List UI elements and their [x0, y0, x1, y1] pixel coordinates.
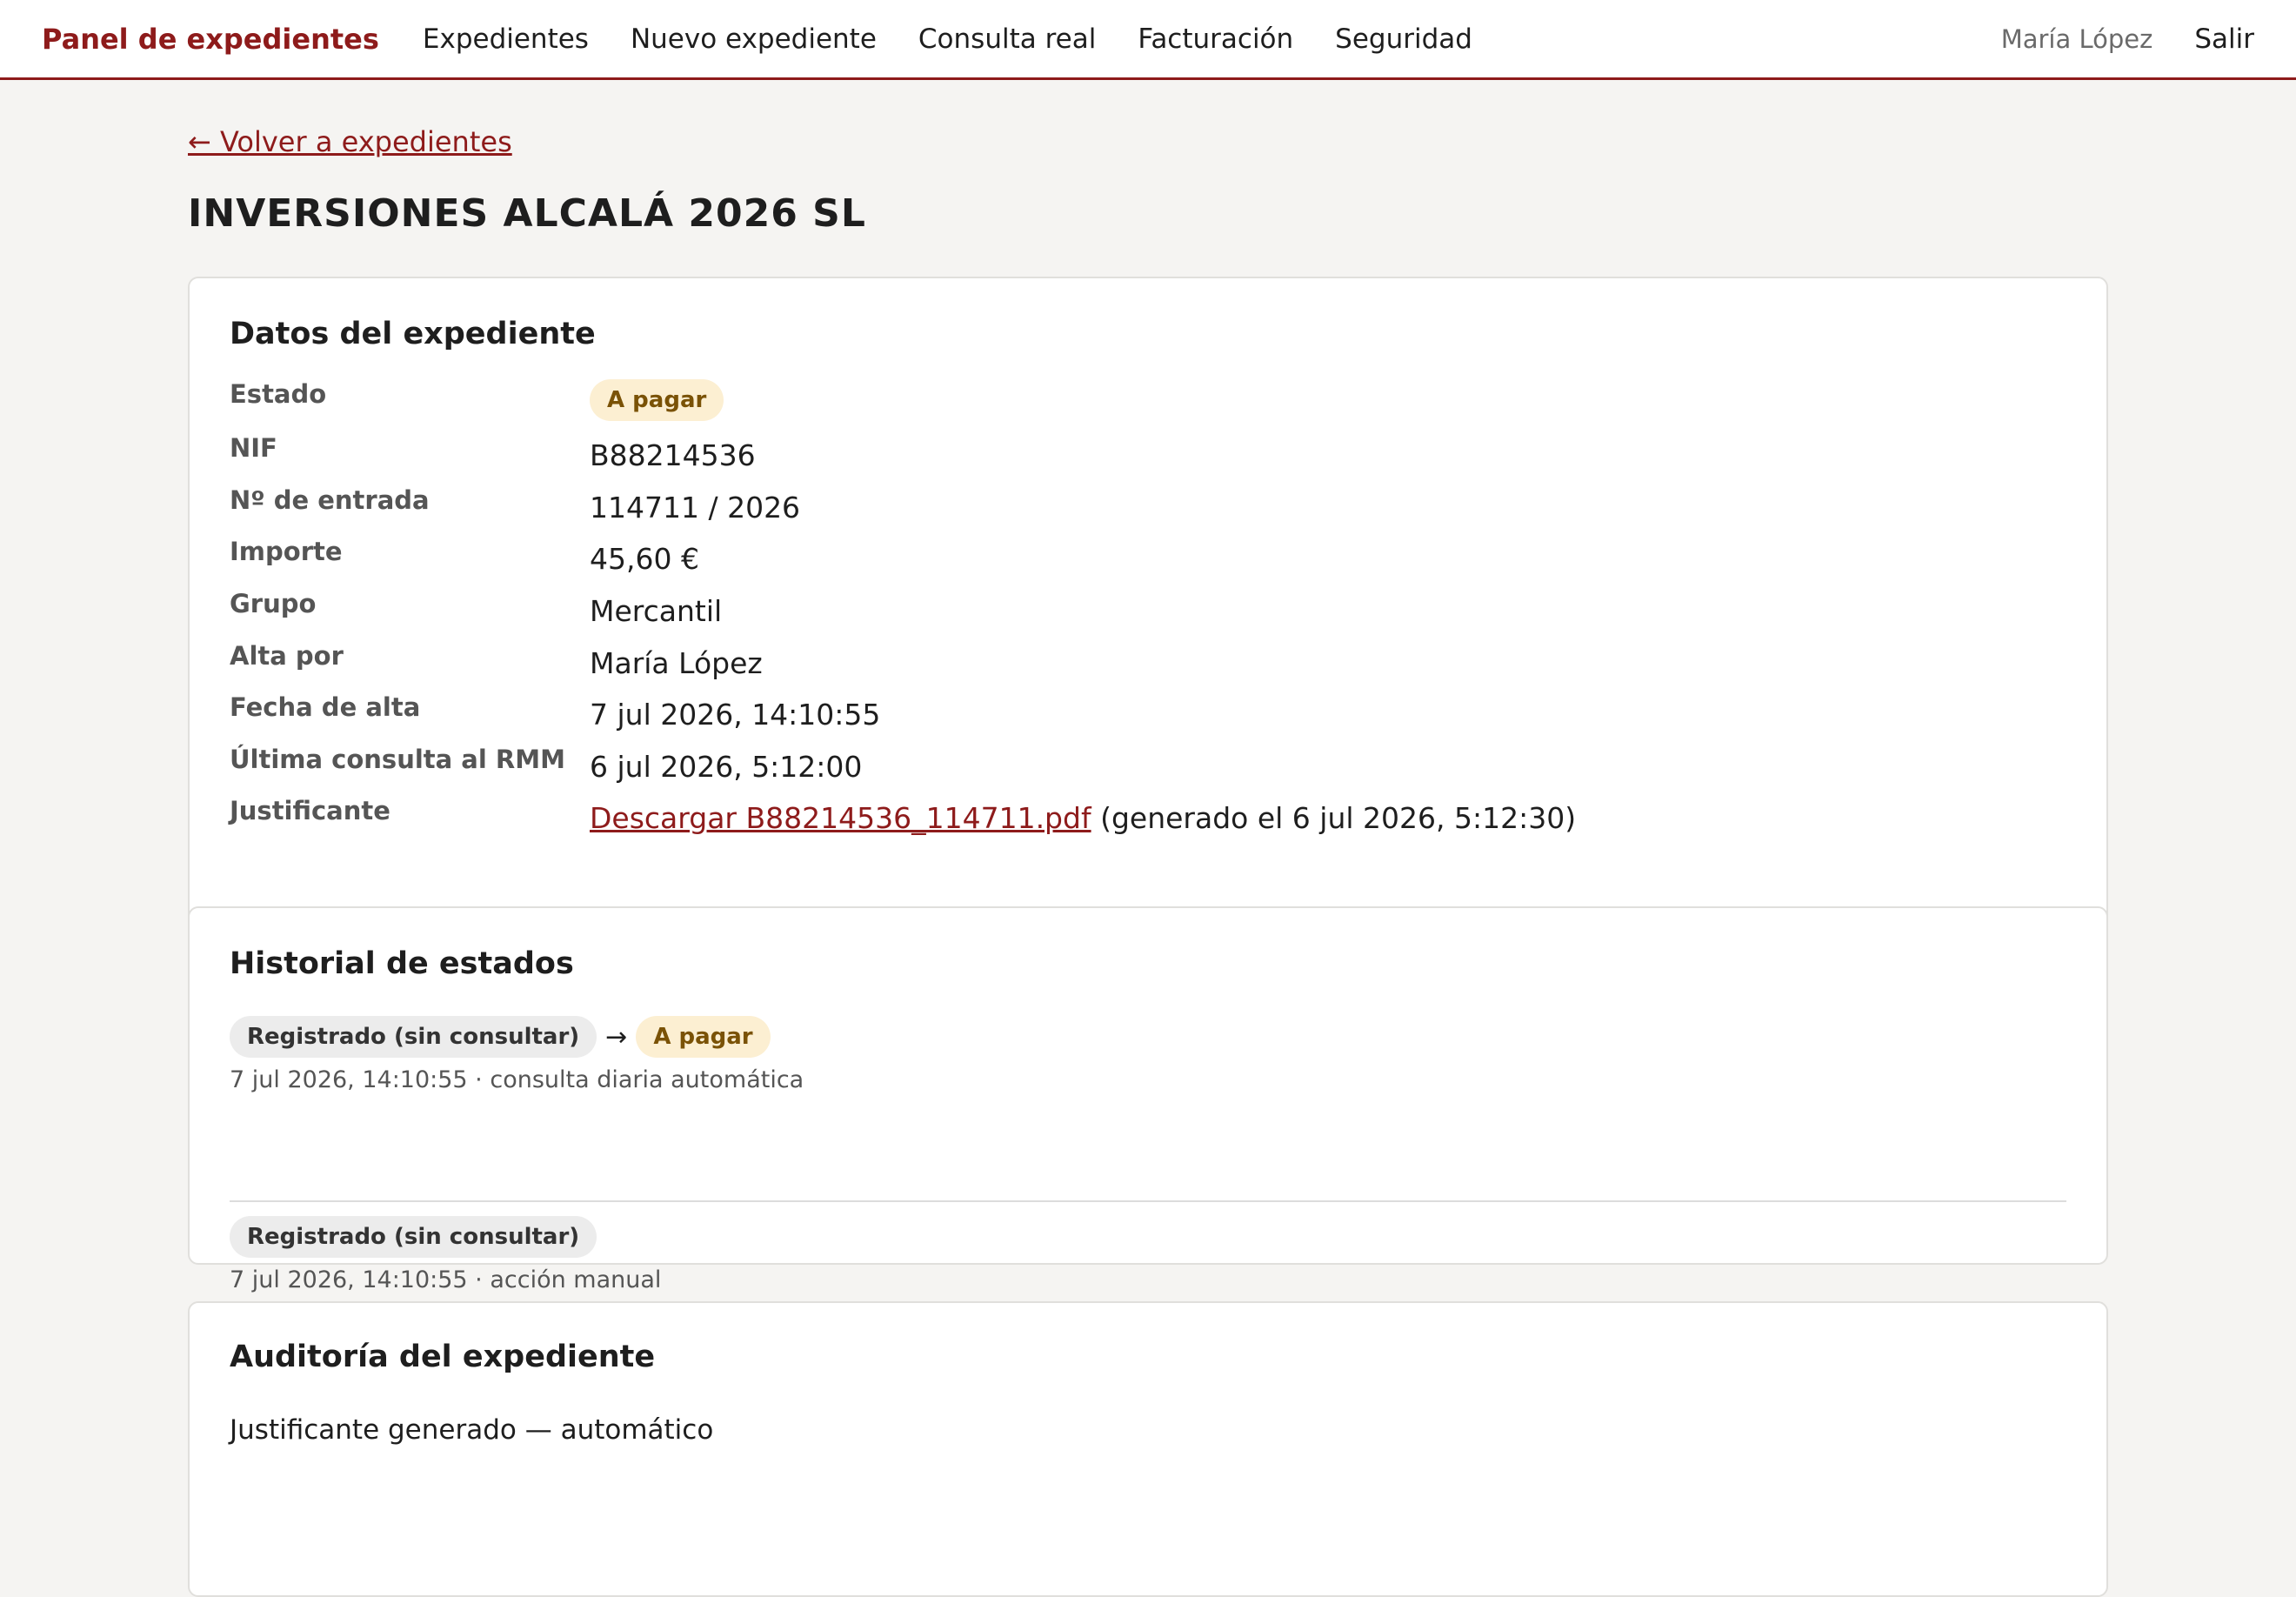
- history-divider: [230, 1200, 2066, 1202]
- datos-expediente-card: Datos del expediente Estado A pagar NIF …: [188, 277, 2108, 957]
- auditoria-expediente-title: Auditoría del expediente: [230, 1340, 656, 1374]
- brand-link[interactable]: Panel de expedientes: [42, 23, 379, 56]
- history-entry: Registrado (sin consultar) → A pagar 7 j…: [230, 1016, 2066, 1093]
- field-numero-entrada: Nº de entrada 114711 / 2026: [230, 485, 2066, 536]
- status-badge-to: A pagar: [636, 1016, 771, 1058]
- nav-item-facturacion[interactable]: Facturación: [1138, 23, 1293, 55]
- history-transition: Registrado (sin consultar) → A pagar: [230, 1016, 2066, 1058]
- status-badge-from: Registrado (sin consultar): [230, 1016, 597, 1058]
- justificante-label: Justificante: [230, 796, 390, 825]
- arrow-right-icon: →: [605, 1021, 628, 1052]
- numero-entrada-label: Nº de entrada: [230, 485, 430, 515]
- field-estado: Estado A pagar: [230, 379, 2066, 430]
- ultima-consulta-label: Última consulta al RMM: [230, 745, 565, 774]
- alta-por-label: Alta por: [230, 641, 344, 671]
- ultima-consulta-value: 6 jul 2026, 5:12:00: [590, 750, 863, 784]
- field-ultima-consulta: Última consulta al RMM 6 jul 2026, 5:12:…: [230, 745, 2066, 795]
- history-meta: 7 jul 2026, 14:10:55 · consulta diaria a…: [230, 1066, 804, 1093]
- nav-item-nuevo-expediente[interactable]: Nuevo expediente: [631, 23, 877, 55]
- estado-label: Estado: [230, 379, 327, 409]
- fecha-alta-value: 7 jul 2026, 14:10:55: [590, 698, 881, 732]
- justificante-generated-note: (generado el 6 jul 2026, 5:12:30): [1091, 801, 1577, 835]
- history-transition: Registrado (sin consultar): [230, 1216, 2066, 1258]
- estado-value: A pagar: [590, 379, 724, 426]
- status-badge-from: Registrado (sin consultar): [230, 1216, 597, 1258]
- alta-por-value: María López: [590, 646, 763, 680]
- importe-value: 45,60 €: [590, 542, 699, 576]
- field-importe: Importe 45,60 €: [230, 537, 2066, 587]
- nav-item-expedientes[interactable]: Expedientes: [423, 23, 589, 55]
- back-to-expedientes-link[interactable]: ← Volver a expedientes: [188, 125, 512, 158]
- history-entry: Registrado (sin consultar) 7 jul 2026, 1…: [230, 1216, 2066, 1293]
- field-justificante: Justificante Descargar B88214536_114711.…: [230, 796, 2066, 846]
- status-badge: A pagar: [590, 379, 724, 421]
- historial-estados-card: Historial de estados Registrado (sin con…: [188, 906, 2108, 1293]
- current-user-name: María López: [2000, 23, 2153, 54]
- history-meta: 7 jul 2026, 14:10:55 · acción manual: [230, 1266, 662, 1293]
- grupo-label: Grupo: [230, 589, 317, 618]
- page-title: INVERSIONES ALCALÁ 2026 SL: [188, 191, 866, 236]
- numero-entrada-value: 114711 / 2026: [590, 491, 801, 525]
- auditoria-expediente-card: Auditoría del expediente Justificante ge…: [188, 1301, 2108, 1597]
- audit-item: Justificante generado — automático: [230, 1414, 714, 1446]
- justificante-value: Descargar B88214536_114711.pdf (generado…: [590, 801, 1576, 835]
- main-nav: Expedientes Nuevo expediente Consulta re…: [423, 23, 1514, 55]
- field-nif: NIF B88214536: [230, 433, 2066, 484]
- datos-expediente-title: Datos del expediente: [230, 317, 596, 351]
- field-grupo: Grupo Mercantil: [230, 589, 2066, 639]
- nif-value: B88214536: [590, 438, 756, 472]
- logout-button[interactable]: Salir: [2194, 23, 2254, 55]
- download-justificante-link[interactable]: Descargar B88214536_114711.pdf: [590, 801, 1091, 835]
- top-navigation-bar: Panel de expedientes Expedientes Nuevo e…: [0, 0, 2296, 80]
- grupo-value: Mercantil: [590, 594, 723, 628]
- nif-label: NIF: [230, 433, 277, 463]
- importe-label: Importe: [230, 537, 343, 566]
- field-fecha-alta: Fecha de alta 7 jul 2026, 14:10:55: [230, 692, 2066, 743]
- field-alta-por: Alta por María López: [230, 641, 2066, 692]
- fecha-alta-label: Fecha de alta: [230, 692, 421, 722]
- nav-item-consulta-real[interactable]: Consulta real: [918, 23, 1096, 55]
- nav-item-seguridad[interactable]: Seguridad: [1335, 23, 1472, 55]
- historial-estados-title: Historial de estados: [230, 946, 574, 981]
